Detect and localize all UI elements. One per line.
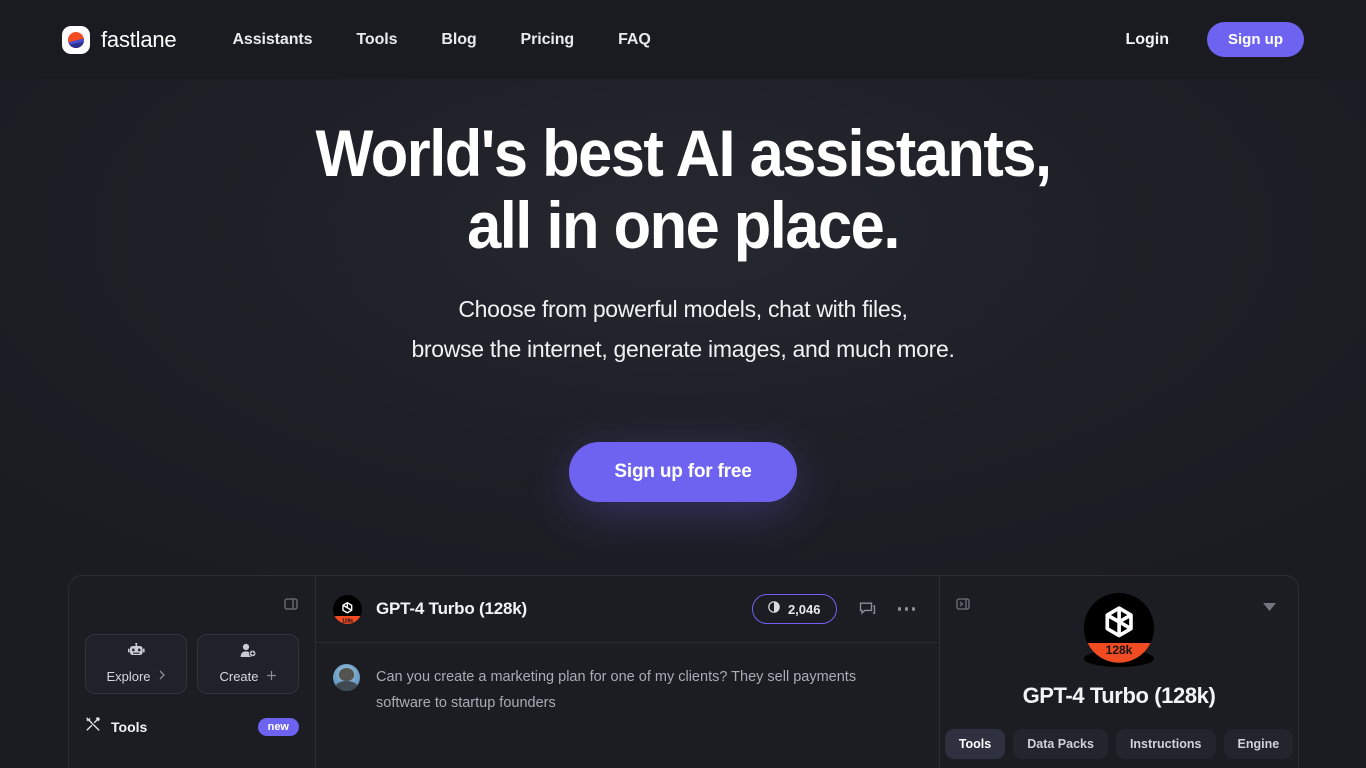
robot-icon	[127, 642, 145, 663]
fastlane-logo-icon	[62, 25, 90, 54]
nav-links: Assistants Tools Blog Pricing FAQ	[232, 31, 650, 49]
token-count-pill[interactable]: 2,046	[751, 594, 837, 624]
create-label: Create	[219, 669, 259, 684]
svg-text:128k: 128k	[1106, 650, 1133, 657]
hero-title-line-1: World's best AI assistants,	[315, 116, 1052, 190]
more-horizontal-icon[interactable]	[897, 607, 915, 611]
plus-icon	[266, 668, 277, 686]
chat-model-title: GPT-4 Turbo (128k)	[376, 599, 528, 618]
nav-link-faq[interactable]: FAQ	[618, 31, 651, 49]
person-add-icon	[240, 643, 257, 663]
hero-title-line-2: all in one place.	[467, 188, 900, 262]
hero-sub-line-2: browse the internet, generate images, an…	[411, 336, 955, 362]
panel-expand-icon[interactable]	[955, 596, 971, 617]
create-card[interactable]: Create	[197, 634, 299, 694]
nav-link-blog[interactable]: Blog	[441, 31, 476, 49]
avatar	[333, 664, 360, 691]
status-badge-new: new	[257, 717, 299, 736]
sidebar-item-tools[interactable]: Tools new	[85, 716, 299, 737]
quick-action-cards: Explore Create	[85, 634, 299, 694]
nav-right-actions: Login Sign up	[1125, 22, 1304, 57]
model-detail-panel: 128k GPT-4 Turbo (128k) Tools Data Packs…	[940, 576, 1298, 768]
chat-header-actions: 2,046	[751, 594, 915, 624]
explore-card[interactable]: Explore	[85, 634, 187, 694]
signup-button[interactable]: Sign up	[1207, 22, 1304, 57]
chat-message-text: Can you create a marketing plan for one …	[376, 669, 857, 711]
app-sidebar: Explore Create Tools new	[69, 576, 316, 768]
hero-section: World's best AI assistants, all in one p…	[0, 79, 1366, 502]
tab-instructions[interactable]: Instructions	[1115, 729, 1216, 759]
top-navbar: fastlane Assistants Tools Blog Pricing F…	[0, 0, 1366, 79]
tab-engine[interactable]: Engine	[1223, 729, 1294, 759]
openai-logo-large-icon: 128k	[1084, 593, 1154, 667]
model-detail-tabs: Tools Data Packs Instructions Engine	[940, 729, 1298, 759]
tab-data-packs[interactable]: Data Packs	[1013, 729, 1108, 759]
sidebar-item-tools-label: Tools	[111, 718, 148, 735]
panel-collapse-icon[interactable]	[283, 596, 299, 617]
token-coin-icon	[768, 600, 780, 618]
login-link[interactable]: Login	[1125, 31, 1169, 49]
landing-page: fastlane Assistants Tools Blog Pricing F…	[0, 0, 1366, 768]
chat-message-user: Can you create a marketing plan for one …	[333, 664, 915, 716]
signup-for-free-button[interactable]: Sign up for free	[569, 442, 797, 502]
chevron-down-icon[interactable]	[1263, 599, 1276, 617]
openai-logo-icon: 128k	[333, 594, 362, 624]
tab-tools[interactable]: Tools	[944, 729, 1006, 759]
svg-text:128k: 128k	[342, 618, 354, 624]
app-preview-panel: Explore Create Tools new 128k GPT-4 Turb…	[68, 575, 1299, 768]
nav-link-tools[interactable]: Tools	[356, 31, 397, 49]
nav-link-pricing[interactable]: Pricing	[521, 31, 575, 49]
brand-logo[interactable]: fastlane	[62, 25, 177, 54]
model-detail-title: GPT-4 Turbo (128k)	[1022, 683, 1216, 708]
cta-container: Sign up for free	[0, 442, 1366, 502]
explore-label: Explore	[106, 669, 151, 684]
explore-card-row: Explore	[106, 668, 165, 686]
nav-link-assistants[interactable]: Assistants	[232, 31, 312, 49]
chevron-right-icon	[158, 668, 166, 686]
token-count-value: 2,046	[787, 601, 821, 617]
brand-name: fastlane	[101, 26, 177, 52]
chat-column: 128k GPT-4 Turbo (128k) 2,046 Can you cr…	[316, 576, 940, 768]
hero-subtitle: Choose from powerful models, chat with f…	[0, 289, 1366, 369]
comment-icon[interactable]	[859, 601, 876, 618]
chat-message-list: Can you create a marketing plan for one …	[316, 643, 939, 716]
tools-icon	[85, 716, 101, 737]
hero-sub-line-1: Choose from powerful models, chat with f…	[458, 296, 908, 322]
page-title: World's best AI assistants, all in one p…	[48, 117, 1318, 261]
chat-header: 128k GPT-4 Turbo (128k) 2,046	[316, 576, 939, 643]
create-card-row: Create	[219, 668, 276, 686]
